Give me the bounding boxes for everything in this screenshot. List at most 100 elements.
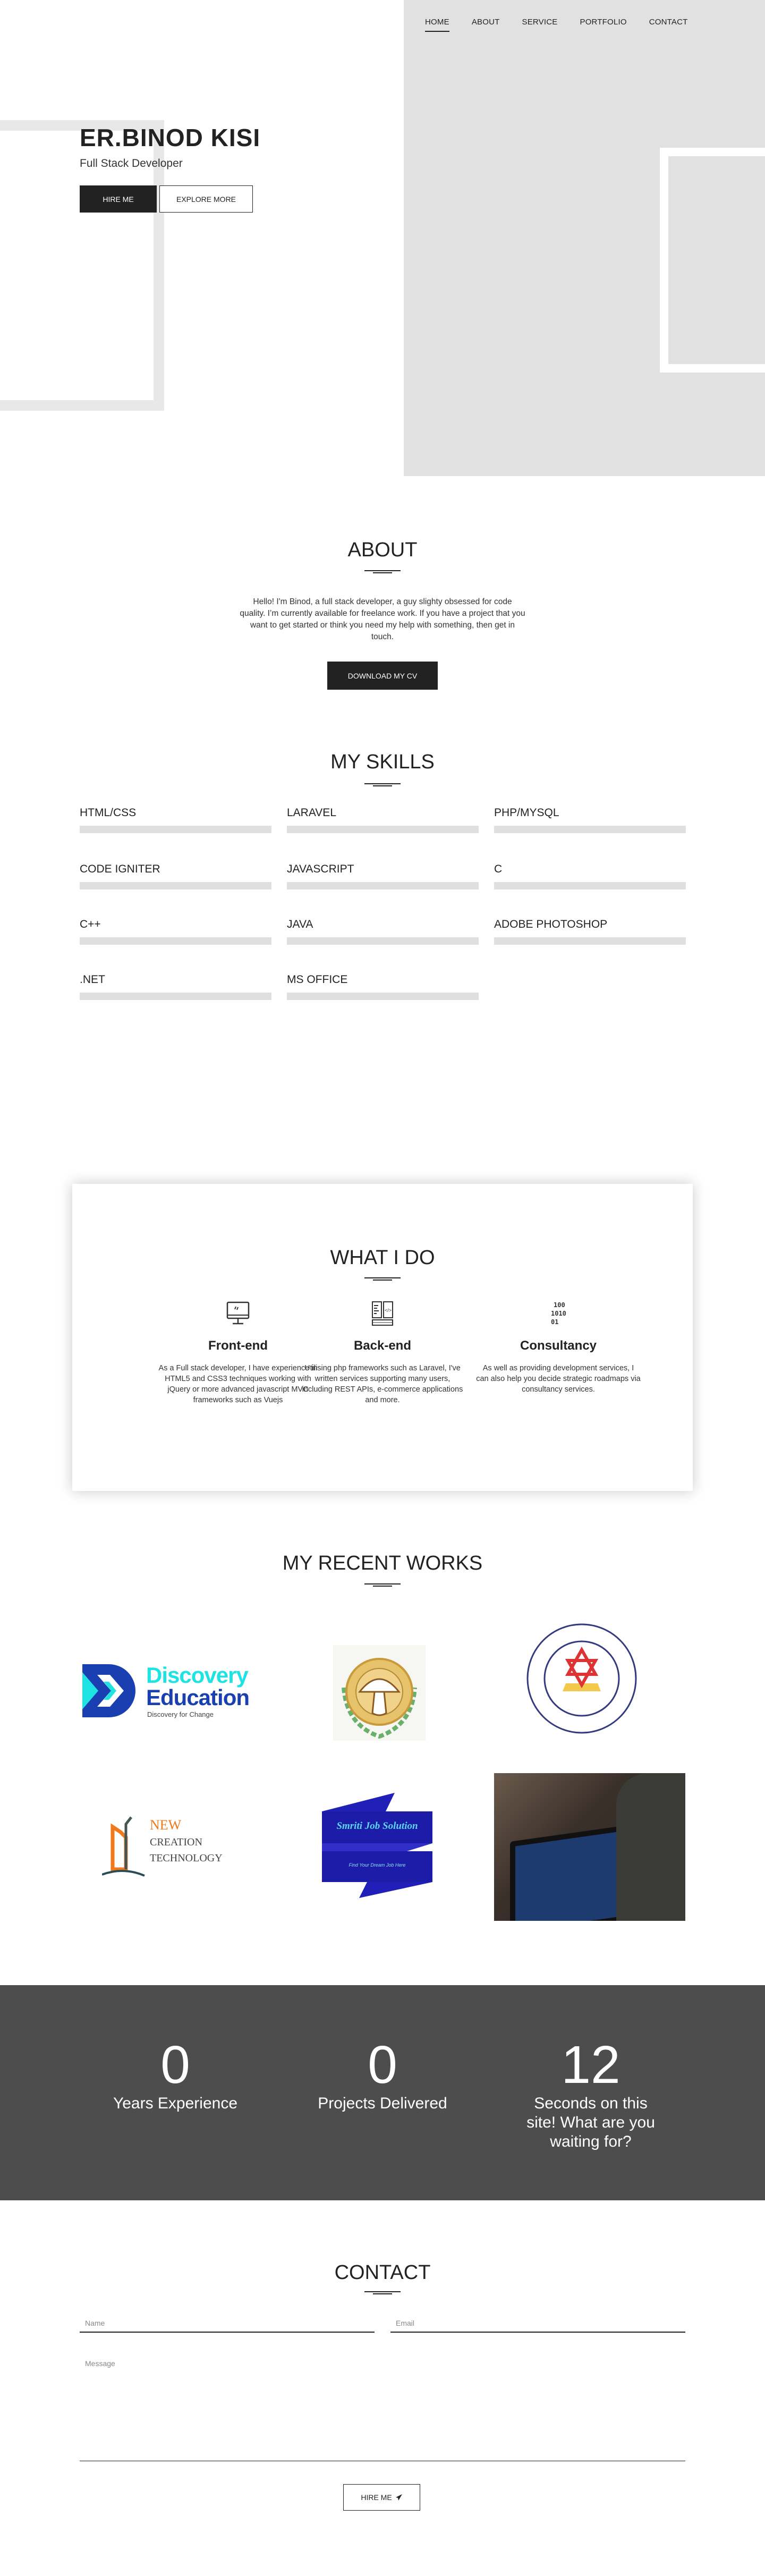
- service-title: Consultancy: [520, 1338, 597, 1353]
- stat-number: 0: [368, 2035, 397, 2095]
- service-text: Utilising php frameworks such as Laravel…: [302, 1364, 463, 1404]
- skills-title: MY SKILLS: [330, 751, 435, 773]
- stat-seconds: 12 Seconds on this site! What are you wai…: [495, 2036, 686, 2151]
- stat-label: Projects Delivered: [318, 2095, 447, 2112]
- service-title: Back-end: [353, 1338, 412, 1353]
- work-new-creation-technology[interactable]: NEW CREATION TECHNOLOGY: [102, 1816, 235, 1880]
- skill-progress-bar: [80, 882, 271, 889]
- title-underline: [364, 570, 401, 573]
- discovery-logo-icon: [82, 1664, 135, 1717]
- svg-text:100: 100: [554, 1301, 565, 1309]
- stat-label: Seconds on this site! What are you waiti…: [526, 2095, 655, 2150]
- monitor-icon: [226, 1301, 250, 1325]
- logo-text: NEW: [150, 1817, 182, 1833]
- skill-item: .NET: [80, 973, 271, 1000]
- title-underline: [364, 783, 401, 786]
- skill-progress-bar: [494, 882, 686, 889]
- skill-item: MS OFFICE: [287, 973, 479, 1000]
- nav-service[interactable]: SERVICE: [522, 18, 558, 32]
- stat-number: 0: [160, 2035, 190, 2095]
- skill-label: .NET: [80, 973, 105, 986]
- nav-portfolio[interactable]: PORTFOLIO: [580, 18, 626, 32]
- nav-contact[interactable]: CONTACT: [649, 18, 688, 32]
- works-title: MY RECENT WORKS: [282, 1552, 483, 1574]
- skill-item: HTML/CSS: [80, 807, 271, 833]
- contact-title: CONTACT: [334, 2261, 431, 2284]
- service-frontend: Front-end As a Full stack developer, I h…: [156, 1301, 320, 1405]
- skill-item: C: [494, 863, 686, 889]
- skill-progress-bar: [494, 937, 686, 945]
- download-cv-button[interactable]: DOWNLOAD MY CV: [327, 662, 438, 690]
- work-discovery-education[interactable]: Discovery Education Discovery for Change: [82, 1662, 258, 1720]
- contact-hire-me-button[interactable]: HIRE ME: [343, 2484, 420, 2511]
- skill-label: HTML/CSS: [80, 807, 137, 819]
- skill-progress-bar: [287, 826, 479, 833]
- svg-text:</>: </>: [385, 1308, 392, 1313]
- skill-item: PHP/MYSQL: [494, 807, 686, 833]
- services-title: WHAT I DO: [330, 1247, 435, 1269]
- nav-home[interactable]: HOME: [425, 18, 449, 32]
- skill-progress-bar: [80, 826, 271, 833]
- title-underline: [364, 1583, 401, 1587]
- skill-item: C++: [80, 918, 271, 945]
- skill-label: ADOBE PHOTOSHOP: [494, 918, 608, 930]
- skill-item: JAVASCRIPT: [287, 863, 479, 889]
- logo-text: Find Your Dream Job Here: [348, 1862, 406, 1868]
- skill-progress-bar: [287, 993, 479, 1000]
- skill-progress-bar: [80, 937, 271, 945]
- work-school-seal[interactable]: [525, 1622, 639, 1735]
- skill-progress-bar: [287, 882, 479, 889]
- svg-text:01: 01: [551, 1318, 558, 1326]
- decorative-frame-right: [660, 148, 765, 372]
- about-title: ABOUT: [347, 539, 418, 561]
- hero-subtitle: Full Stack Developer: [80, 157, 183, 170]
- about-text: Hello! I'm Binod, a full stack developer…: [240, 597, 525, 641]
- nav-about[interactable]: ABOUT: [472, 18, 500, 32]
- person-silhouette: [616, 1773, 685, 1921]
- logo-text: Smriti Job Solution: [336, 1820, 418, 1832]
- title-underline: [364, 2291, 401, 2294]
- hero-name: ER.BINOD KISI: [80, 124, 261, 151]
- stat-label: Years Experience: [113, 2095, 238, 2112]
- skill-item: LARAVEL: [287, 807, 479, 833]
- skill-progress-bar: [494, 826, 686, 833]
- skill-label: CODE IGNITER: [80, 863, 160, 875]
- logo-text: TECHNOLOGY: [150, 1852, 223, 1864]
- title-underline: [364, 1277, 401, 1281]
- email-input[interactable]: Email: [390, 2319, 685, 2333]
- skill-item: CODE IGNITER: [80, 863, 271, 889]
- service-text: As a Full stack developer, I have experi…: [158, 1364, 318, 1404]
- message-textarea[interactable]: Message: [80, 2359, 685, 2461]
- hire-me-button[interactable]: HIRE ME: [80, 185, 157, 213]
- name-input[interactable]: Name: [80, 2319, 375, 2333]
- work-mushroom-cooperative[interactable]: [333, 1645, 426, 1741]
- work-coding-photo[interactable]: [494, 1773, 685, 1921]
- logo-text: Education: [146, 1685, 250, 1710]
- new-creation-logo-icon: [102, 1816, 145, 1877]
- skill-label: JAVA: [287, 918, 313, 930]
- logo-text: CREATION: [150, 1836, 202, 1848]
- ribbon-banner-icon: [322, 1793, 432, 1898]
- service-backend: </> Back-end Utilising php frameworks su…: [300, 1301, 465, 1405]
- skill-label: PHP/MYSQL: [494, 807, 559, 819]
- mushroom-seal-icon: [342, 1658, 417, 1739]
- skill-progress-bar: [80, 993, 271, 1000]
- stat-years: 0 Years Experience: [80, 2036, 271, 2113]
- school-seal-icon: [526, 1623, 637, 1734]
- skill-item: ADOBE PHOTOSHOP: [494, 918, 686, 945]
- svg-text:1010: 1010: [551, 1310, 566, 1317]
- work-smriti-job-solution[interactable]: Smriti Job Solution Find Your Dream Job …: [322, 1793, 432, 1898]
- skill-label: LARAVEL: [287, 807, 336, 819]
- stat-number: 12: [561, 2035, 620, 2095]
- skill-progress-bar: [287, 937, 479, 945]
- main-nav: HOME ABOUT SERVICE PORTFOLIO CONTACT: [425, 18, 688, 32]
- skill-label: MS OFFICE: [287, 973, 348, 986]
- skill-item: JAVA: [287, 918, 479, 945]
- logo-text: Discovery for Change: [147, 1710, 214, 1718]
- service-text: As well as providing development service…: [476, 1364, 641, 1394]
- skill-label: C++: [80, 918, 101, 930]
- paper-plane-icon: [395, 2494, 402, 2501]
- skill-label: C: [494, 863, 503, 875]
- explore-more-button[interactable]: EXPLORE MORE: [159, 185, 253, 213]
- service-consultancy: 100 1010 01 Consultancy As well as providi…: [476, 1301, 641, 1395]
